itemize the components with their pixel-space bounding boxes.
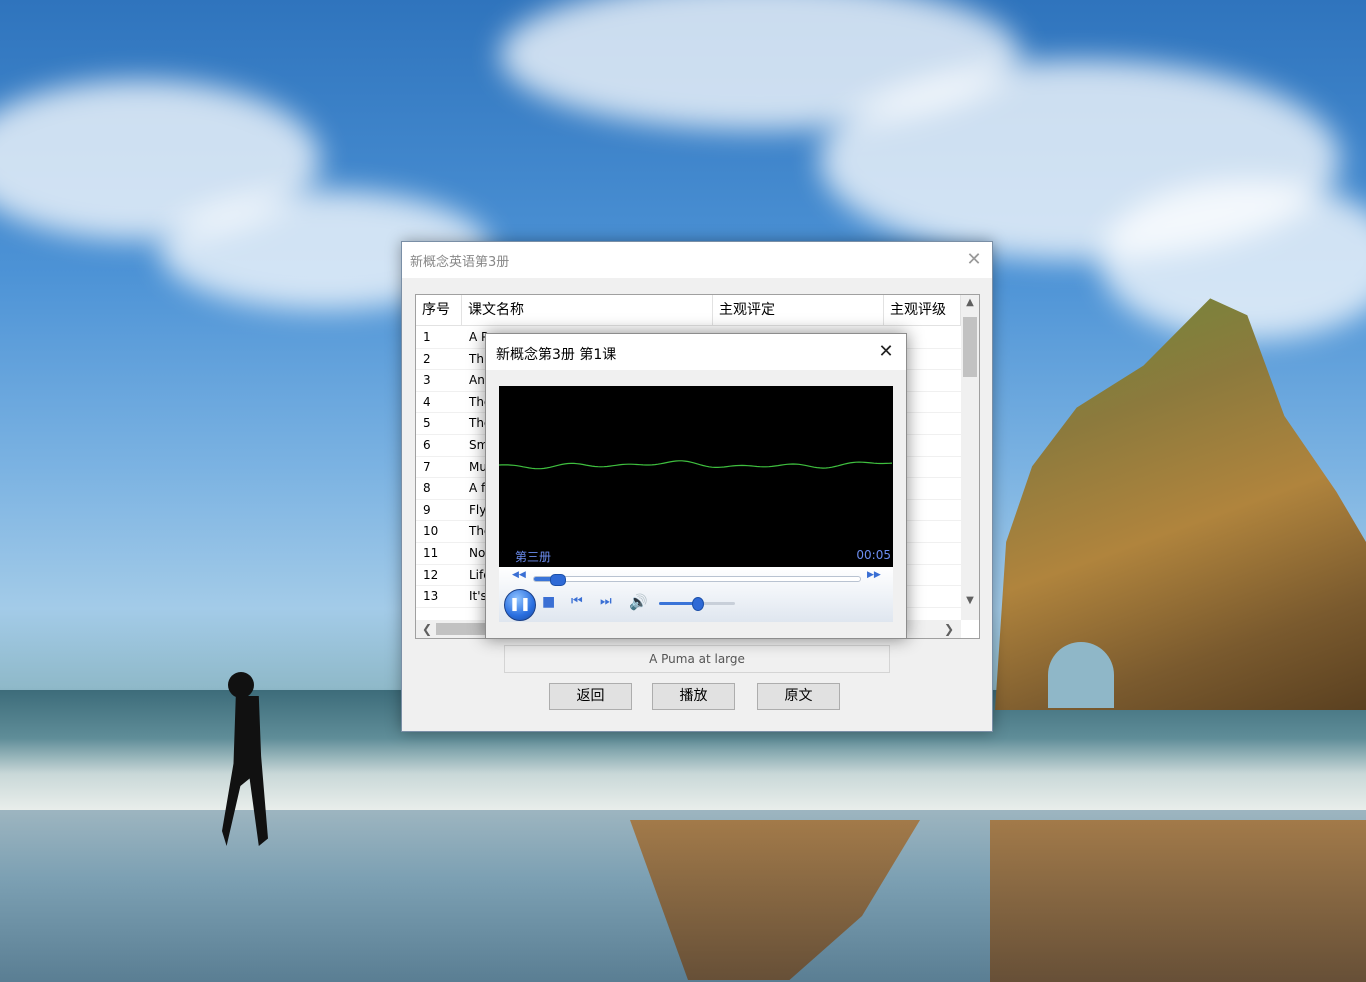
- rock-reflection: [990, 820, 1366, 982]
- rock-formation: [995, 298, 1366, 710]
- column-header-title[interactable]: 课文名称: [462, 295, 713, 326]
- row-number[interactable]: 10: [423, 521, 438, 542]
- column-header-number[interactable]: 序号: [416, 295, 462, 326]
- row-number[interactable]: 3: [423, 370, 431, 391]
- row-number[interactable]: 12: [423, 565, 438, 586]
- runner-head: [228, 672, 254, 698]
- window-title: 新概念英语第3册: [410, 255, 510, 270]
- seek-bar[interactable]: [533, 574, 861, 586]
- fast-forward-icon[interactable]: ▶▶: [867, 570, 881, 580]
- column-header-grade[interactable]: 主观评级: [884, 295, 961, 326]
- pause-button[interactable]: ❚❚: [504, 589, 536, 621]
- pause-icon: ❚❚: [509, 597, 531, 612]
- stop-icon[interactable]: ■: [542, 594, 555, 610]
- close-icon[interactable]: ✕: [874, 340, 898, 364]
- down-arrow-icon[interactable]: ▼: [961, 595, 979, 606]
- title-bar: 新概念第3册 第1课 ✕: [486, 334, 906, 370]
- rock-arch: [1048, 642, 1114, 708]
- play-button[interactable]: 播放: [652, 683, 735, 710]
- row-number[interactable]: 2: [423, 349, 431, 370]
- row-number[interactable]: 11: [423, 543, 438, 564]
- left-arrow-icon[interactable]: ❮: [422, 620, 432, 638]
- row-title[interactable]: An: [469, 370, 485, 391]
- volume-slider[interactable]: [659, 597, 735, 611]
- waveform-line: [498, 460, 893, 470]
- row-number[interactable]: 1: [423, 327, 431, 348]
- vertical-scrollbar[interactable]: ▲ ▼: [961, 295, 979, 620]
- row-number[interactable]: 7: [423, 457, 431, 478]
- row-number[interactable]: 9: [423, 500, 431, 521]
- column-header-rating[interactable]: 主观评定: [713, 295, 884, 326]
- original-text-button[interactable]: 原文: [757, 683, 840, 710]
- audio-player-dialog: 新概念第3册 第1课 ✕ 第三册 00:05 ◀◀ ▶▶ ❚❚ ■ ⏮ ⏭ 🔊: [485, 333, 907, 639]
- audio-visualization: 第三册 00:05: [498, 386, 893, 567]
- selected-lesson-field: A Puma at large: [504, 645, 890, 673]
- title-bar: 新概念英语第3册 ✕: [402, 242, 992, 278]
- waveform: [498, 460, 893, 470]
- row-number[interactable]: 6: [423, 435, 431, 456]
- volume-icon[interactable]: 🔊: [629, 593, 648, 611]
- row-title[interactable]: A f: [469, 478, 485, 499]
- media-player: 第三册 00:05 ◀◀ ▶▶ ❚❚ ■ ⏮ ⏭ 🔊: [498, 386, 893, 622]
- up-arrow-icon[interactable]: ▲: [961, 297, 979, 308]
- row-number[interactable]: 4: [423, 392, 431, 413]
- album-label: 第三册: [515, 550, 552, 564]
- transport-controls: ◀◀ ▶▶ ❚❚ ■ ⏮ ⏭ 🔊: [499, 567, 893, 622]
- scroll-thumb[interactable]: [963, 317, 977, 377]
- back-button[interactable]: 返回: [549, 683, 632, 710]
- row-number[interactable]: 13: [423, 586, 438, 607]
- right-arrow-icon[interactable]: ❯: [944, 620, 954, 638]
- volume-thumb[interactable]: [692, 597, 704, 611]
- elapsed-time: 00:05: [856, 548, 891, 562]
- row-number[interactable]: 5: [423, 413, 431, 434]
- close-icon[interactable]: ✕: [962, 248, 986, 272]
- rewind-icon[interactable]: ◀◀: [512, 570, 526, 580]
- seek-thumb[interactable]: [549, 574, 566, 586]
- row-number[interactable]: 8: [423, 478, 431, 499]
- previous-icon[interactable]: ⏮: [571, 594, 583, 609]
- player-title: 新概念第3册 第1课: [496, 347, 617, 363]
- next-icon[interactable]: ⏭: [600, 594, 612, 609]
